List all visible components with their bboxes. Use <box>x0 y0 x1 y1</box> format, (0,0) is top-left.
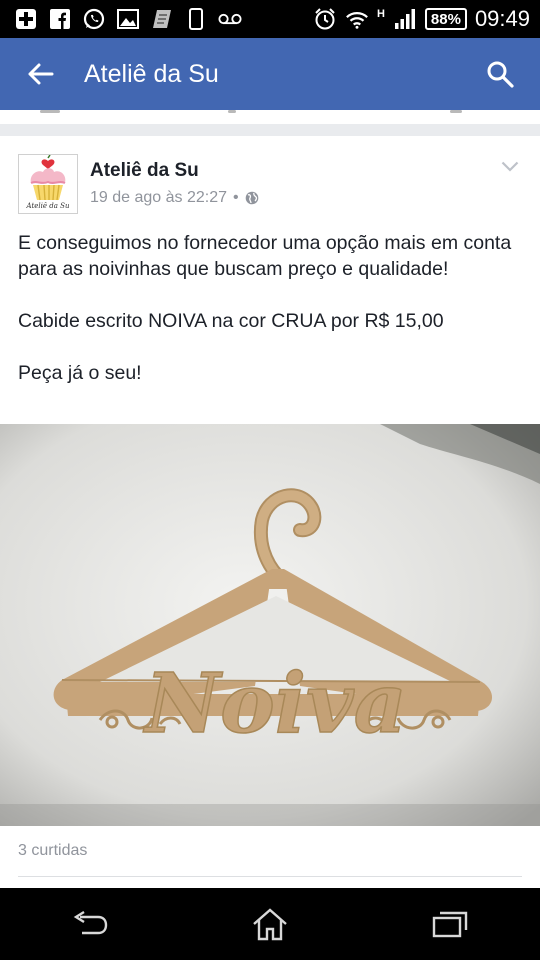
battery-level: 88% <box>430 10 461 28</box>
meta-separator: • <box>233 189 239 206</box>
back-arrow-icon <box>28 63 54 85</box>
system-icons: H 88% 09:49 <box>313 6 540 32</box>
previous-post-edge <box>0 110 540 124</box>
plus-icon <box>14 7 38 31</box>
home-icon <box>253 908 287 941</box>
nav-back-button[interactable] <box>45 894 135 954</box>
nav-recent-apps-button[interactable] <box>405 894 495 954</box>
nav-home-button[interactable] <box>225 894 315 954</box>
globe-icon <box>245 191 258 205</box>
search-button[interactable] <box>460 38 540 110</box>
post-paragraph: Peça já o seu! <box>18 362 142 384</box>
post-photo[interactable]: Noiva <box>0 424 540 826</box>
facebook-icon <box>48 7 72 31</box>
post-card: Ateliê da Su Ateliê da Su 19 de ago às 2… <box>0 136 540 888</box>
post-paragraph: E conseguimos no fornecedor uma opção ma… <box>18 232 512 280</box>
post-timestamp[interactable]: 19 de ago às 22:27 <box>90 189 227 207</box>
avatar[interactable]: Ateliê da Su <box>18 154 78 214</box>
post-meta: 19 de ago às 22:27 • <box>90 189 259 207</box>
status-bar: H 88% 09:49 <box>0 0 540 38</box>
divider <box>18 876 522 877</box>
search-icon <box>487 61 514 88</box>
wifi-icon <box>345 7 369 31</box>
post-paragraph: Cabide escrito NOIVA na cor CRUA por R$ … <box>18 310 444 332</box>
chevron-down-icon <box>501 161 519 172</box>
recent-apps-icon <box>432 911 468 938</box>
gallery-icon <box>116 7 140 31</box>
post-text: E conseguimos no fornecedor uma opção ma… <box>18 230 523 412</box>
post-author[interactable]: Ateliê da Su <box>90 160 199 182</box>
avatar-caption: Ateliê da Su <box>26 202 70 210</box>
hanger-word: Noiva <box>142 656 407 752</box>
clock: 09:49 <box>474 6 530 31</box>
post-options-button[interactable] <box>498 156 522 176</box>
voicemail-icon <box>218 7 242 31</box>
page-title: Ateliê da Su <box>84 59 219 88</box>
notification-icons <box>0 7 242 31</box>
app-bar: Ateliê da Su <box>0 38 540 110</box>
back-button[interactable] <box>0 38 80 110</box>
sim-icon <box>150 7 174 31</box>
likes-count[interactable]: 3 curtidas <box>18 842 87 860</box>
navigation-bar <box>0 888 540 960</box>
whatsapp-icon <box>82 7 106 31</box>
signal-icon <box>393 7 417 31</box>
alarm-icon <box>313 7 337 31</box>
phone-icon <box>184 7 208 31</box>
back-icon <box>73 911 108 935</box>
post-header: Ateliê da Su Ateliê da Su 19 de ago às 2… <box>0 136 540 220</box>
network-type-label: H <box>376 8 385 20</box>
battery-indicator: 88% <box>424 8 467 30</box>
